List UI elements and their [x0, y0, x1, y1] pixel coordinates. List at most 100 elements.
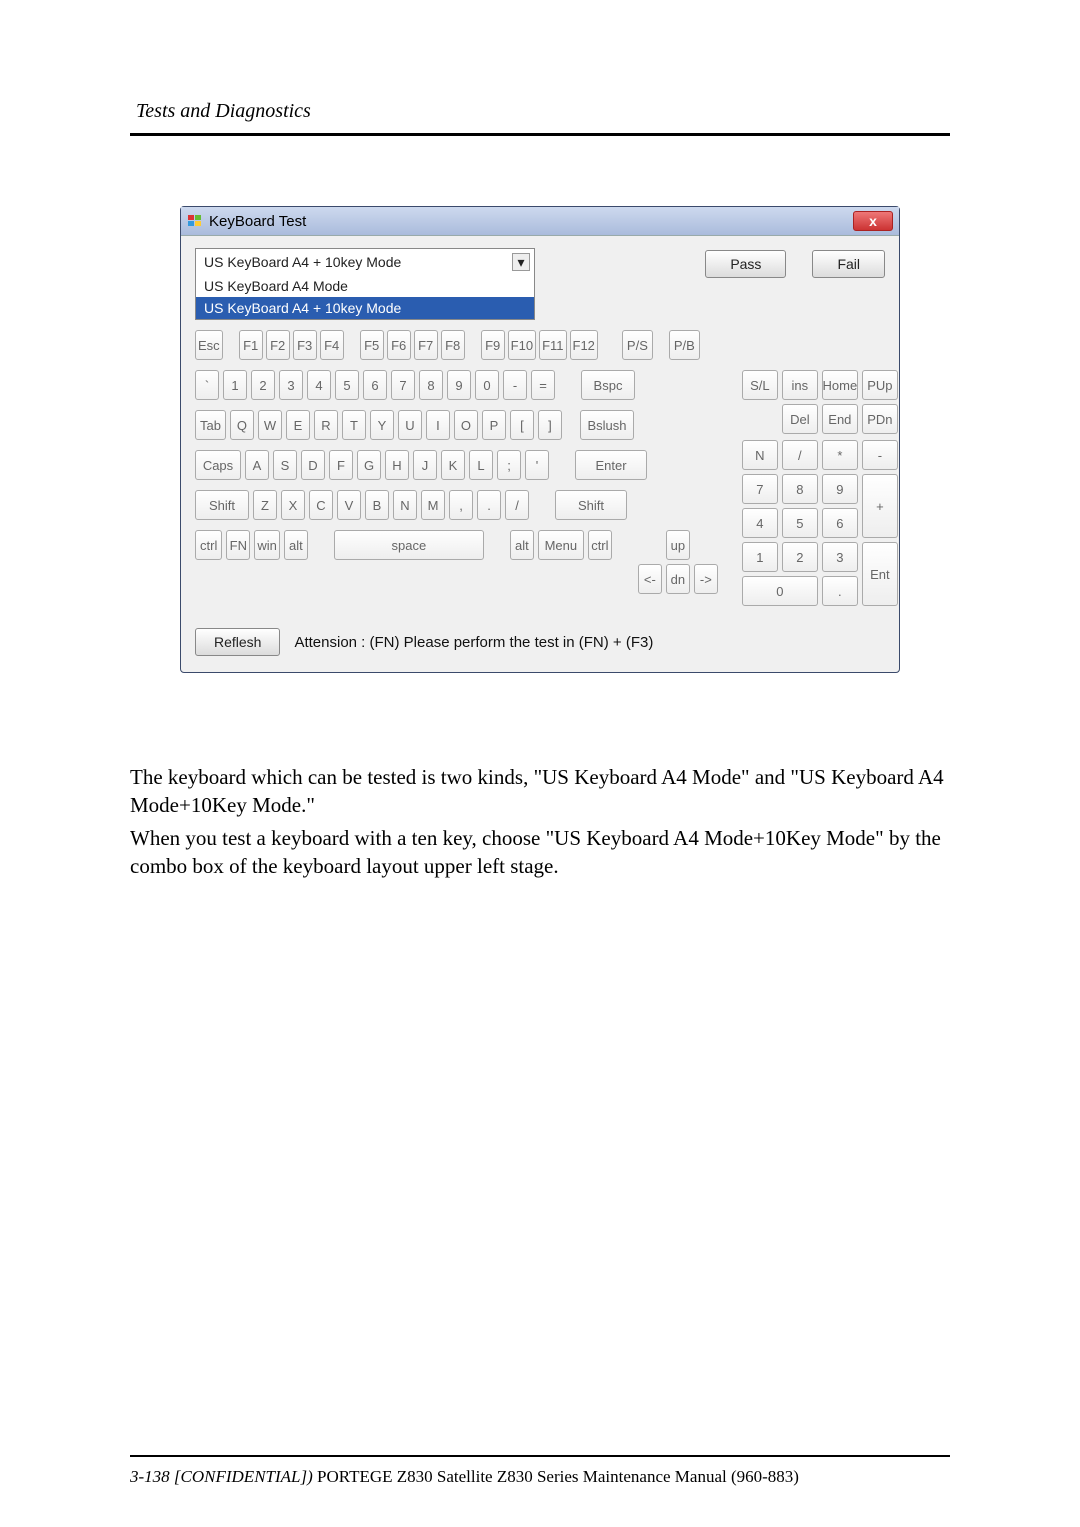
key-left-shift[interactable]: Shift [195, 490, 249, 520]
key-d[interactable]: D [301, 450, 325, 480]
key-enter[interactable]: Enter [575, 450, 647, 480]
key-right-alt[interactable]: alt [510, 530, 534, 560]
numpad-5[interactable]: 5 [782, 508, 818, 538]
key-f3[interactable]: F3 [293, 330, 317, 360]
key-l[interactable]: L [469, 450, 493, 480]
numpad-6[interactable]: 6 [822, 508, 858, 538]
key-f6[interactable]: F6 [387, 330, 411, 360]
key-f4[interactable]: F4 [320, 330, 344, 360]
numpad-4[interactable]: 4 [742, 508, 778, 538]
key-arrow-left[interactable]: <- [638, 564, 662, 594]
key-z[interactable]: Z [253, 490, 277, 520]
key-m[interactable]: M [421, 490, 445, 520]
key-6[interactable]: 6 [363, 370, 387, 400]
key-j[interactable]: J [413, 450, 437, 480]
key-x[interactable]: X [281, 490, 305, 520]
key-printscreen[interactable]: P/S [622, 330, 653, 360]
key-lbracket[interactable]: [ [510, 410, 534, 440]
key-h[interactable]: H [385, 450, 409, 480]
key-0[interactable]: 0 [475, 370, 499, 400]
key-pause[interactable]: P/B [669, 330, 700, 360]
key-arrow-right[interactable]: -> [694, 564, 718, 594]
numpad-0[interactable]: 0 [742, 576, 818, 606]
key-f9[interactable]: F9 [481, 330, 505, 360]
key-e[interactable]: E [286, 410, 310, 440]
key-f5[interactable]: F5 [360, 330, 384, 360]
numpad-8[interactable]: 8 [782, 474, 818, 504]
numpad-plus[interactable]: + [862, 474, 898, 538]
key-o[interactable]: O [454, 410, 478, 440]
key-i[interactable]: I [426, 410, 450, 440]
key-apostrophe[interactable]: ' [525, 450, 549, 480]
numpad-minus[interactable]: - [862, 440, 898, 470]
key-p[interactable]: P [482, 410, 506, 440]
key-backspace[interactable]: Bspc [581, 370, 635, 400]
key-5[interactable]: 5 [335, 370, 359, 400]
key-end[interactable]: End [822, 404, 858, 434]
numpad-1[interactable]: 1 [742, 542, 778, 572]
key-left-ctrl[interactable]: ctrl [195, 530, 222, 560]
key-insert[interactable]: ins [782, 370, 818, 400]
numpad-7[interactable]: 7 [742, 474, 778, 504]
key-9[interactable]: 9 [447, 370, 471, 400]
key-y[interactable]: Y [370, 410, 394, 440]
key-rbracket[interactable]: ] [538, 410, 562, 440]
key-b[interactable]: B [365, 490, 389, 520]
key-f1[interactable]: F1 [239, 330, 263, 360]
combobox-option[interactable]: US KeyBoard A4 Mode [196, 275, 534, 297]
key-semicolon[interactable]: ; [497, 450, 521, 480]
key-1[interactable]: 1 [223, 370, 247, 400]
key-s[interactable]: S [273, 450, 297, 480]
key-period[interactable]: . [477, 490, 501, 520]
key-right-shift[interactable]: Shift [555, 490, 627, 520]
key-backslash[interactable]: Bslush [580, 410, 634, 440]
key-f7[interactable]: F7 [414, 330, 438, 360]
key-win[interactable]: win [254, 530, 280, 560]
key-2[interactable]: 2 [251, 370, 275, 400]
key-7[interactable]: 7 [391, 370, 415, 400]
key-tab[interactable]: Tab [195, 410, 226, 440]
key-n[interactable]: N [393, 490, 417, 520]
key-8[interactable]: 8 [419, 370, 443, 400]
numpad-divide[interactable]: / [782, 440, 818, 470]
key-scroll-lock[interactable]: S/L [742, 370, 778, 400]
key-f2[interactable]: F2 [266, 330, 290, 360]
fail-button[interactable]: Fail [812, 250, 885, 278]
key-esc[interactable]: Esc [195, 330, 223, 360]
key-f8[interactable]: F8 [441, 330, 465, 360]
numpad-9[interactable]: 9 [822, 474, 858, 504]
key-r[interactable]: R [314, 410, 338, 440]
key-right-ctrl[interactable]: ctrl [588, 530, 612, 560]
combobox-option[interactable]: US KeyBoard A4 + 10key Mode [196, 297, 534, 319]
key-a[interactable]: A [245, 450, 269, 480]
key-arrow-up[interactable]: up [666, 530, 690, 560]
key-equal[interactable]: = [531, 370, 555, 400]
numpad-multiply[interactable]: * [822, 440, 858, 470]
key-w[interactable]: W [258, 410, 282, 440]
numpad-numlock[interactable]: N [742, 440, 778, 470]
key-4[interactable]: 4 [307, 370, 331, 400]
reflesh-button[interactable]: Reflesh [195, 628, 280, 656]
key-caps[interactable]: Caps [195, 450, 241, 480]
layout-combobox[interactable]: US KeyBoard A4 + 10key Mode ▾ US KeyBoar… [195, 248, 535, 276]
numpad-enter[interactable]: Ent [862, 542, 898, 606]
key-slash[interactable]: / [505, 490, 529, 520]
key-g[interactable]: G [357, 450, 381, 480]
key-3[interactable]: 3 [279, 370, 303, 400]
numpad-dot[interactable]: . [822, 576, 858, 606]
key-minus[interactable]: - [503, 370, 527, 400]
key-grave[interactable]: ` [195, 370, 219, 400]
key-pagedown[interactable]: PDn [862, 404, 898, 434]
key-comma[interactable]: , [449, 490, 473, 520]
key-c[interactable]: C [309, 490, 333, 520]
key-fn[interactable]: FN [226, 530, 250, 560]
close-button[interactable]: x [853, 211, 893, 231]
key-left-alt[interactable]: alt [284, 530, 308, 560]
key-t[interactable]: T [342, 410, 366, 440]
key-arrow-down[interactable]: dn [666, 564, 690, 594]
key-f11[interactable]: F11 [539, 330, 566, 360]
key-delete[interactable]: Del [782, 404, 818, 434]
key-f10[interactable]: F10 [508, 330, 536, 360]
key-pageup[interactable]: PUp [862, 370, 898, 400]
key-home[interactable]: Home [822, 370, 858, 400]
